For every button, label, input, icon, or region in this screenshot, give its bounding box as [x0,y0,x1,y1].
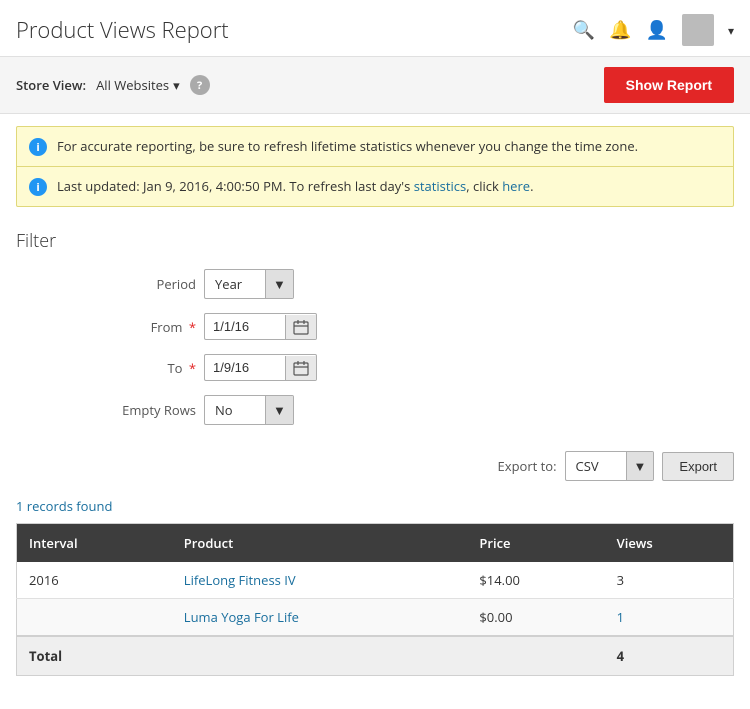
info-icon-1: i [29,138,47,156]
row1-price: $14.00 [467,562,604,599]
empty-rows-row: Empty Rows No ▼ [76,395,734,425]
footer-views: 4 [605,636,734,676]
user-icon[interactable]: 👤 [646,18,668,42]
table-footer-row: Total 4 [17,636,734,676]
period-row: Period Year ▼ [76,269,734,299]
here-link[interactable]: here [502,177,530,195]
row1-interval: 2016 [17,562,172,599]
row1-product: LifeLong Fitness IV [172,562,468,599]
export-format-dropdown-btn[interactable]: ▼ [626,452,654,480]
search-icon[interactable]: 🔍 [573,18,595,42]
col-header-interval: Interval [17,524,172,563]
empty-rows-value[interactable]: No [205,396,265,424]
user-dropdown-chevron[interactable] [728,21,734,39]
from-date-input[interactable] [205,314,285,339]
period-select-wrapper[interactable]: Year ▼ [204,269,294,299]
header-icons: 🔍 🔔 👤 [573,14,734,46]
avatar[interactable] [682,14,714,46]
store-view-chevron: ▾ [173,76,180,94]
col-header-product: Product [172,524,468,563]
empty-rows-control: No ▼ [204,395,294,425]
store-view-label: Store View: [16,76,86,94]
from-date-wrapper[interactable] [204,313,317,340]
store-view-left: Store View: All Websites ▾ ? [16,75,210,95]
page-header: Product Views Report 🔍 🔔 👤 [0,0,750,57]
statistics-link[interactable]: statistics [414,177,467,195]
period-value[interactable]: Year [205,270,265,298]
empty-rows-label: Empty Rows [76,401,196,419]
data-table: Interval Product Price Views 2016 LifeLo… [16,523,734,676]
table-header-row: Interval Product Price Views [17,524,734,563]
notice-container: i For accurate reporting, be sure to ref… [16,126,734,207]
from-control [204,313,317,340]
bell-icon[interactable]: 🔔 [609,18,631,42]
from-calendar-btn[interactable] [285,315,316,339]
footer-product [172,636,468,676]
filter-title: Filter [16,229,734,253]
footer-label: Total [17,636,172,676]
to-date-wrapper[interactable] [204,354,317,381]
table-row: Luma Yoga For Life $0.00 1 [17,599,734,637]
row2-views: 1 [605,599,734,637]
period-control: Year ▼ [204,269,294,299]
help-icon[interactable]: ? [190,75,210,95]
store-view-select[interactable]: All Websites ▾ [96,76,180,94]
footer-price [467,636,604,676]
col-header-price: Price [467,524,604,563]
notice-item-2: i Last updated: Jan 9, 2016, 4:00:50 PM.… [17,166,733,206]
show-report-button[interactable]: Show Report [604,67,734,103]
records-found: 1 records found [0,491,750,523]
export-button[interactable]: Export [662,452,734,481]
row2-views-link[interactable]: 1 [617,608,624,626]
row1-product-link[interactable]: LifeLong Fitness IV [184,571,296,589]
store-view-bar: Store View: All Websites ▾ ? Show Report [0,57,750,114]
to-date-input[interactable] [205,355,285,380]
row2-interval [17,599,172,637]
col-header-views: Views [605,524,734,563]
to-control [204,354,317,381]
export-row: Export to: CSV ▼ Export [0,441,750,491]
to-required: * [185,359,196,377]
from-label: From * [76,318,196,336]
page-title: Product Views Report [16,15,229,45]
to-label: To * [76,359,196,377]
from-row: From * [76,313,734,340]
notice-text-2: Last updated: Jan 9, 2016, 4:00:50 PM. T… [57,177,534,195]
empty-rows-select-wrapper[interactable]: No ▼ [204,395,294,425]
from-required: * [185,318,196,336]
export-format-select[interactable]: CSV ▼ [565,451,655,481]
filter-form: Period Year ▼ From * [76,269,734,425]
period-dropdown-btn[interactable]: ▼ [265,270,293,298]
to-row: To * [76,354,734,381]
row2-product-link[interactable]: Luma Yoga For Life [184,608,299,626]
info-icon-2: i [29,178,47,196]
export-label: Export to: [498,457,557,475]
filter-section: Filter Period Year ▼ From * [0,219,750,441]
notice-text-1: For accurate reporting, be sure to refre… [57,137,638,155]
table-row: 2016 LifeLong Fitness IV $14.00 3 [17,562,734,599]
empty-rows-dropdown-btn[interactable]: ▼ [265,396,293,424]
period-label: Period [76,275,196,293]
row2-price: $0.00 [467,599,604,637]
export-format-value[interactable]: CSV [566,452,626,480]
row2-product: Luma Yoga For Life [172,599,468,637]
row1-views: 3 [605,562,734,599]
to-calendar-btn[interactable] [285,356,316,380]
notice-item-1: i For accurate reporting, be sure to ref… [17,127,733,166]
store-view-value: All Websites [96,76,169,94]
